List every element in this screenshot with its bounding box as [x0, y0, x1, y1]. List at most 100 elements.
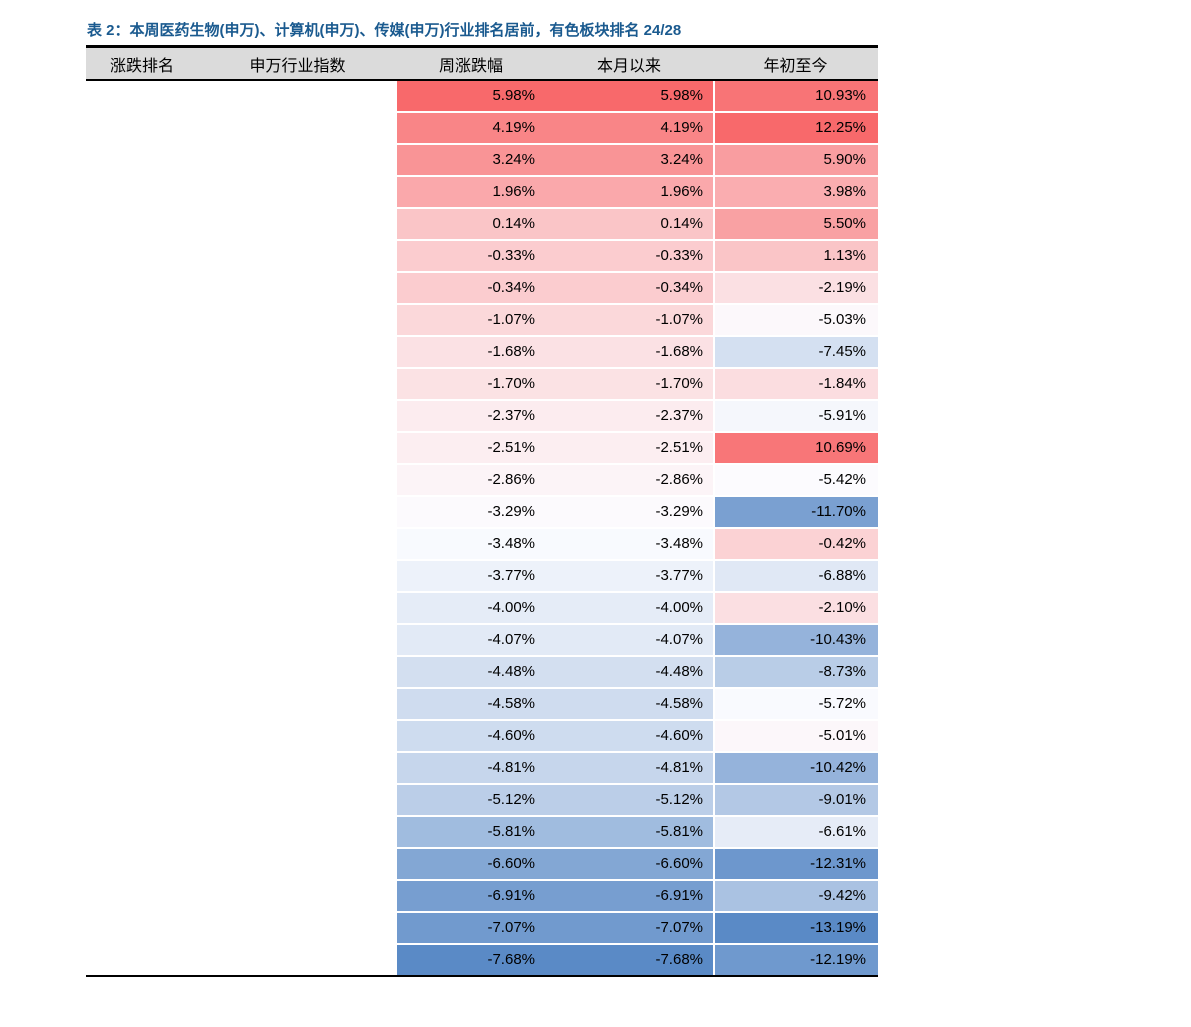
table-row: 1.96%1.96%3.98% — [86, 177, 878, 207]
week-change-cell: 4.19% — [397, 113, 545, 143]
table-row: -0.34%-0.34%-2.19% — [86, 273, 878, 303]
year-to-date-cell: 5.90% — [715, 145, 878, 175]
month-to-date-cell: -2.37% — [545, 401, 713, 431]
rank-cell — [86, 337, 198, 367]
month-to-date-cell: 1.96% — [545, 177, 713, 207]
rank-cell — [86, 529, 198, 559]
header-cell-week-change: 周涨跌幅 — [397, 52, 545, 76]
rank-cell — [86, 785, 198, 815]
header-cell-rank: 涨跌排名 — [86, 52, 198, 76]
index-name-cell — [198, 401, 397, 431]
header-cell-month-to-date: 本月以来 — [545, 52, 713, 76]
month-to-date-cell: -4.07% — [545, 625, 713, 655]
month-to-date-cell: -4.48% — [545, 657, 713, 687]
month-to-date-cell: -3.77% — [545, 561, 713, 591]
week-change-cell: -2.86% — [397, 465, 545, 495]
table-header-row: 涨跌排名 申万行业指数 周涨跌幅 本月以来 年初至今 — [86, 45, 878, 81]
table-caption: 表 2：本周医药生物(申万)、计算机(申万)、传媒(申万)行业排名居前，有色板块… — [87, 19, 681, 40]
month-to-date-cell: 5.98% — [545, 81, 713, 111]
rank-cell — [86, 721, 198, 751]
rank-cell — [86, 81, 198, 111]
index-name-cell — [198, 721, 397, 751]
index-name-cell — [198, 657, 397, 687]
year-to-date-cell: -13.19% — [715, 913, 878, 943]
table-row: -4.00%-4.00%-2.10% — [86, 593, 878, 623]
index-name-cell — [198, 305, 397, 335]
table-row: -6.91%-6.91%-9.42% — [86, 881, 878, 911]
week-change-cell: -4.48% — [397, 657, 545, 687]
year-to-date-cell: -5.01% — [715, 721, 878, 751]
week-change-cell: -4.81% — [397, 753, 545, 783]
index-name-cell — [198, 817, 397, 847]
rank-cell — [86, 913, 198, 943]
table-row: -7.07%-7.07%-13.19% — [86, 913, 878, 943]
month-to-date-cell: -0.34% — [545, 273, 713, 303]
rank-cell — [86, 113, 198, 143]
table-row: -2.51%-2.51%10.69% — [86, 433, 878, 463]
table-row: 5.98%5.98%10.93% — [86, 81, 878, 111]
week-change-cell: 5.98% — [397, 81, 545, 111]
year-to-date-cell: -5.42% — [715, 465, 878, 495]
table-row: -1.70%-1.70%-1.84% — [86, 369, 878, 399]
index-name-cell — [198, 177, 397, 207]
table-row: -5.81%-5.81%-6.61% — [86, 817, 878, 847]
index-name-cell — [198, 81, 397, 111]
month-to-date-cell: -1.70% — [545, 369, 713, 399]
week-change-cell: -3.29% — [397, 497, 545, 527]
index-name-cell — [198, 337, 397, 367]
year-to-date-cell: 1.13% — [715, 241, 878, 271]
year-to-date-cell: -0.42% — [715, 529, 878, 559]
rank-cell — [86, 369, 198, 399]
rank-cell — [86, 465, 198, 495]
year-to-date-cell: -1.84% — [715, 369, 878, 399]
month-to-date-cell: -1.68% — [545, 337, 713, 367]
month-to-date-cell: -2.51% — [545, 433, 713, 463]
year-to-date-cell: -2.19% — [715, 273, 878, 303]
month-to-date-cell: -7.07% — [545, 913, 713, 943]
month-to-date-cell: -5.81% — [545, 817, 713, 847]
month-to-date-cell: -7.68% — [545, 945, 713, 975]
rank-cell — [86, 817, 198, 847]
month-to-date-cell: -4.60% — [545, 721, 713, 751]
header-cell-year-to-date: 年初至今 — [713, 52, 878, 76]
index-name-cell — [198, 689, 397, 719]
index-name-cell — [198, 497, 397, 527]
week-change-cell: 1.96% — [397, 177, 545, 207]
table-row: -3.48%-3.48%-0.42% — [86, 529, 878, 559]
week-change-cell: -4.07% — [397, 625, 545, 655]
week-change-cell: -5.12% — [397, 785, 545, 815]
rank-cell — [86, 273, 198, 303]
index-name-cell — [198, 945, 397, 975]
table-body: 5.98%5.98%10.93%4.19%4.19%12.25%3.24%3.2… — [86, 81, 878, 975]
year-to-date-cell: -5.03% — [715, 305, 878, 335]
week-change-cell: 0.14% — [397, 209, 545, 239]
week-change-cell: -6.91% — [397, 881, 545, 911]
year-to-date-cell: -7.45% — [715, 337, 878, 367]
rank-cell — [86, 689, 198, 719]
month-to-date-cell: 3.24% — [545, 145, 713, 175]
rank-cell — [86, 497, 198, 527]
month-to-date-cell: -4.58% — [545, 689, 713, 719]
year-to-date-cell: -9.42% — [715, 881, 878, 911]
week-change-cell: -6.60% — [397, 849, 545, 879]
table-row: -4.48%-4.48%-8.73% — [86, 657, 878, 687]
month-to-date-cell: -6.60% — [545, 849, 713, 879]
year-to-date-cell: -10.43% — [715, 625, 878, 655]
table-bottom-border — [86, 975, 878, 977]
table-row: -6.60%-6.60%-12.31% — [86, 849, 878, 879]
table-row: -2.86%-2.86%-5.42% — [86, 465, 878, 495]
month-to-date-cell: -1.07% — [545, 305, 713, 335]
index-name-cell — [198, 369, 397, 399]
week-change-cell: -3.77% — [397, 561, 545, 591]
year-to-date-cell: 3.98% — [715, 177, 878, 207]
year-to-date-cell: 10.69% — [715, 433, 878, 463]
year-to-date-cell: -11.70% — [715, 497, 878, 527]
index-name-cell — [198, 561, 397, 591]
table-row: -4.07%-4.07%-10.43% — [86, 625, 878, 655]
rank-cell — [86, 657, 198, 687]
month-to-date-cell: -4.81% — [545, 753, 713, 783]
week-change-cell: -0.33% — [397, 241, 545, 271]
index-name-cell — [198, 593, 397, 623]
month-to-date-cell: -3.48% — [545, 529, 713, 559]
week-change-cell: -5.81% — [397, 817, 545, 847]
